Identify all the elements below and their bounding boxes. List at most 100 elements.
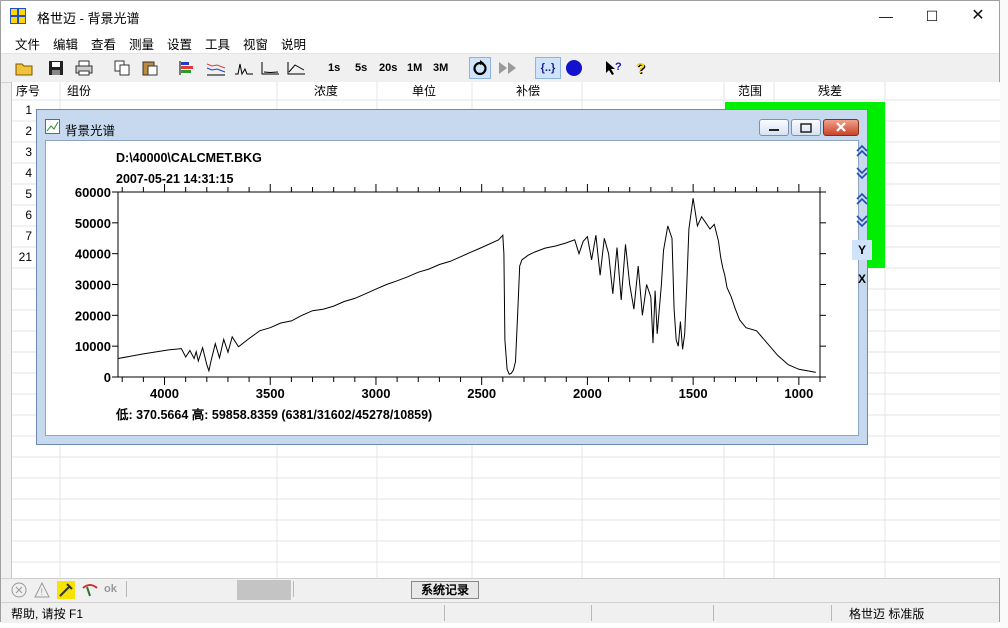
warning-icon: ! — [34, 581, 50, 601]
scroll-down-fast-icon[interactable] — [852, 165, 872, 185]
y-tick-label: 10000 — [75, 339, 111, 354]
spectrum-line — [117, 198, 816, 375]
x-tick-label: 3000 — [362, 386, 391, 401]
interval-5s-button[interactable]: 5s — [355, 62, 367, 74]
spectrum-window-icon — [45, 119, 61, 138]
zoom-down-icon[interactable] — [852, 213, 872, 233]
title-bar: 格世迈 - 背景光谱 — ☐ ✕ — [1, 1, 999, 31]
copy-icon[interactable] — [111, 57, 133, 79]
interval-20s-button[interactable]: 20s — [379, 62, 397, 74]
x-tick-label: 1000 — [784, 386, 813, 401]
scroll-up-fast-icon[interactable] — [852, 143, 872, 163]
svg-text:!: ! — [41, 587, 44, 597]
row-number: 2 — [25, 124, 32, 138]
menu-bar: 文件 编辑 查看 测量 设置 工具 视窗 说明 — [1, 31, 999, 53]
save-icon[interactable] — [45, 57, 67, 79]
window-title: 格世迈 - 背景光谱 — [37, 11, 140, 26]
child-close-button[interactable] — [823, 119, 859, 136]
status-bar: 帮助, 请按 F1 格世迈 标准版 — [1, 602, 999, 623]
x-tick-label: 2000 — [573, 386, 602, 401]
ok-label: ok — [104, 583, 117, 595]
row-number: 7 — [25, 229, 32, 243]
print-icon[interactable] — [73, 57, 95, 79]
menu-help[interactable]: 说明 — [281, 34, 306, 53]
refresh-icon[interactable] — [469, 57, 491, 79]
header-index: 序号 — [16, 84, 41, 98]
bar-view-icon[interactable] — [177, 57, 199, 79]
background-spectrum-window: 背景光谱 D:\40000\CALCMET.BKG 2007-05-21 14:… — [36, 109, 872, 445]
minimize-button[interactable]: — — [863, 1, 909, 31]
interval-1m-button[interactable]: 1M — [407, 62, 422, 74]
menu-measure[interactable]: 测量 — [129, 34, 154, 53]
maximize-button[interactable]: ☐ — [909, 1, 955, 31]
interval-1s-button[interactable]: 1s — [328, 62, 340, 74]
baseline-icon[interactable] — [259, 57, 281, 79]
spectrum-panel: D:\40000\CALCMET.BKG 2007-05-21 14:31:15… — [45, 140, 872, 436]
x-axis-button[interactable]: X — [852, 269, 872, 289]
interval-3m-button[interactable]: 3M — [433, 62, 448, 74]
row-number: 4 — [25, 166, 32, 180]
y-tick-label: 50000 — [75, 216, 111, 231]
child-window-title: 背景光谱 — [65, 124, 116, 138]
plot-frame — [117, 191, 821, 378]
gauge-icon — [81, 582, 99, 601]
desktop-edge — [1000, 0, 1008, 628]
x-tick-label: 3500 — [256, 386, 285, 401]
tool-icon[interactable] — [57, 581, 75, 599]
row-number: 3 — [25, 145, 32, 159]
record-icon[interactable] — [563, 57, 585, 79]
peak-spectrum-icon[interactable] — [233, 57, 255, 79]
x-tick-label: 1500 — [679, 386, 708, 401]
bracket-button[interactable]: {..} — [535, 57, 561, 79]
divider — [591, 605, 592, 621]
divider — [713, 605, 714, 621]
x-tick-label: 4000 — [150, 386, 179, 401]
paste-icon[interactable] — [139, 57, 161, 79]
toolbar: 1s 5s 20s 1M 3M {..} ? ?? — [1, 53, 999, 83]
system-log-tab[interactable]: 系统记录 — [411, 581, 479, 599]
trend-icon[interactable] — [285, 57, 307, 79]
menu-view[interactable]: 查看 — [91, 34, 116, 53]
x-tick-label: 2500 — [467, 386, 496, 401]
stats-readout: 低: 370.5664 高: 59858.8359 (6381/31602/45… — [116, 408, 433, 422]
spectrum-chart: 0 10000 20000 30000 40000 50000 60000 4000 3500 3… — [75, 184, 826, 401]
header-compensation: 补偿 — [516, 84, 541, 98]
y-tick-label: 30000 — [75, 278, 111, 293]
context-help-icon[interactable]: ? — [603, 57, 625, 79]
app-icon — [10, 8, 26, 24]
open-folder-icon[interactable] — [13, 57, 35, 79]
error-icon — [11, 582, 27, 601]
menu-file[interactable]: 文件 — [15, 34, 40, 53]
row-number: 6 — [25, 208, 32, 222]
svg-text:?: ? — [615, 61, 622, 73]
multi-spectrum-icon[interactable] — [205, 57, 227, 79]
y-tick-label: 60000 — [75, 185, 111, 200]
svg-text:?: ? — [636, 60, 645, 77]
menu-tools[interactable]: 工具 — [205, 34, 230, 53]
header-component: 组份 — [67, 84, 92, 98]
divider — [831, 605, 832, 621]
header-range: 范围 — [738, 84, 763, 98]
header-concentration: 浓度 — [314, 84, 339, 98]
help-icon[interactable]: ?? — [631, 57, 653, 79]
row-number: 21 — [18, 250, 32, 264]
header-unit: 单位 — [412, 84, 437, 98]
child-minimize-button[interactable] — [759, 119, 789, 136]
close-button[interactable]: ✕ — [955, 1, 1001, 31]
divider — [126, 581, 127, 597]
y-tick-label: 20000 — [75, 308, 111, 323]
row-number: 1 — [25, 103, 32, 117]
row-number: 5 — [25, 187, 32, 201]
menu-settings[interactable]: 设置 — [167, 34, 192, 53]
zoom-up-icon[interactable] — [852, 191, 872, 211]
y-axis-button[interactable]: Y — [852, 240, 872, 260]
tab-spacer — [237, 580, 291, 600]
divider — [444, 605, 445, 621]
menu-edit[interactable]: 编辑 — [53, 34, 78, 53]
child-maximize-button[interactable] — [791, 119, 821, 136]
header-residual: 残差 — [818, 84, 843, 98]
divider — [293, 581, 294, 597]
log-bar: ! ok 系统记录 — [1, 578, 999, 601]
fast-forward-icon[interactable] — [497, 57, 519, 79]
menu-window[interactable]: 视窗 — [243, 34, 268, 53]
